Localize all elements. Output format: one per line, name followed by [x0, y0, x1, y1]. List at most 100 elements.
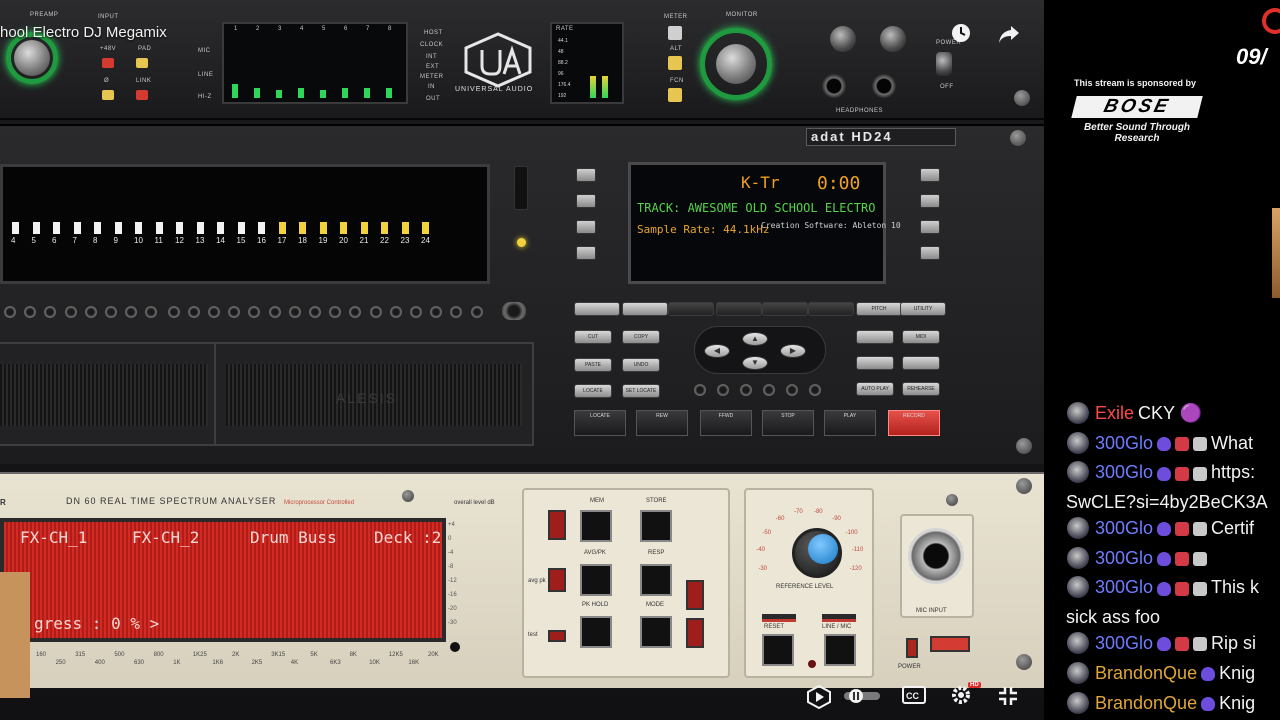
- fcn-button[interactable]: [668, 88, 682, 102]
- track-arm-button[interactable]: [369, 306, 382, 318]
- track-arm-button[interactable]: [84, 306, 97, 318]
- share-arrow-icon[interactable]: [998, 24, 1020, 44]
- track-arm-button[interactable]: [125, 306, 138, 318]
- clock-source-button[interactable]: [716, 302, 762, 316]
- headphone-1-knob[interactable]: [830, 26, 856, 52]
- chat-avatar[interactable]: [1067, 517, 1089, 540]
- up-arrow-button[interactable]: ▲: [742, 332, 768, 346]
- chat-avatar[interactable]: [1067, 431, 1089, 454]
- video-player[interactable]: PREAMP INPUT +48V PAD Ø LINK MIC LINE HI…: [0, 0, 1044, 720]
- auto-play-button[interactable]: AUTO PLAY: [856, 382, 894, 396]
- track-arm-button[interactable]: [167, 306, 180, 318]
- lcd-side-button[interactable]: [920, 168, 940, 182]
- alt-button[interactable]: [668, 56, 682, 70]
- cut-button[interactable]: CUT: [574, 330, 612, 344]
- lcd-side-button[interactable]: [576, 194, 596, 208]
- chat-avatar[interactable]: [1067, 661, 1089, 684]
- locate-point-button[interactable]: [717, 384, 729, 396]
- lcd-side-button[interactable]: [576, 220, 596, 234]
- lcd-side-button[interactable]: [576, 168, 596, 182]
- fast-forward-button[interactable]: FFWD: [700, 410, 752, 436]
- captions-icon[interactable]: CC: [902, 686, 926, 704]
- track-arm-button[interactable]: [349, 306, 362, 318]
- chat-username[interactable]: 300Glo: [1095, 462, 1153, 482]
- track-arm-button[interactable]: [248, 306, 261, 318]
- lcd-side-button[interactable]: [920, 246, 940, 260]
- chat-username[interactable]: 300Glo: [1095, 577, 1153, 597]
- chat-username[interactable]: BrandonQue: [1095, 663, 1197, 683]
- rehearse-button[interactable]: REHEARSE: [902, 382, 940, 396]
- record-button[interactable]: RECORD: [888, 410, 940, 436]
- chat-username[interactable]: 300Glo: [1095, 518, 1153, 538]
- pk-hold-button[interactable]: [580, 616, 612, 648]
- autoplay-toggle-icon[interactable]: [844, 688, 880, 704]
- utility-button[interactable]: UTILITY: [900, 302, 946, 316]
- chat-avatar[interactable]: [1067, 691, 1089, 714]
- pitch-button[interactable]: PITCH: [856, 302, 902, 316]
- locate-button[interactable]: LOCATE: [574, 384, 612, 398]
- chat-username[interactable]: Exile: [1095, 403, 1134, 423]
- chat-username[interactable]: BrandonQue: [1095, 693, 1197, 713]
- lcd-side-button[interactable]: [920, 220, 940, 234]
- edit-end-button[interactable]: [622, 302, 668, 316]
- phase-button[interactable]: [102, 90, 114, 100]
- phantom-button[interactable]: [102, 58, 114, 68]
- locate-point-button[interactable]: [809, 384, 821, 396]
- store-button[interactable]: [640, 510, 672, 542]
- line-mic-button[interactable]: [824, 634, 856, 666]
- chat-avatar[interactable]: [1067, 576, 1089, 599]
- chat-avatar[interactable]: [1067, 632, 1089, 655]
- autoplay-play-icon[interactable]: [806, 684, 832, 710]
- track-arm-button[interactable]: [329, 306, 342, 318]
- copy-button[interactable]: COPY: [622, 330, 660, 344]
- chat-username[interactable]: 300Glo: [1095, 548, 1153, 568]
- chat-avatar[interactable]: [1067, 546, 1089, 569]
- resp-button[interactable]: [640, 564, 672, 596]
- auto-punch-button[interactable]: [856, 330, 894, 344]
- locate-point-button[interactable]: [740, 384, 752, 396]
- watch-later-clock-icon[interactable]: [950, 22, 972, 44]
- track-arm-button[interactable]: [389, 306, 402, 318]
- power-switch[interactable]: [936, 52, 952, 76]
- chat-username[interactable]: 300Glo: [1095, 633, 1153, 653]
- stop-button[interactable]: STOP: [762, 410, 814, 436]
- track-arm-button[interactable]: [105, 306, 117, 318]
- down-arrow-button[interactable]: ▼: [742, 356, 768, 370]
- lcd-side-button[interactable]: [920, 194, 940, 208]
- preamp-knob[interactable]: [14, 40, 50, 76]
- chat-username[interactable]: 300Glo: [1095, 433, 1153, 453]
- meter-button[interactable]: [668, 26, 682, 40]
- play-button[interactable]: PLAY: [824, 410, 876, 436]
- locate-select-button[interactable]: [808, 302, 854, 316]
- track-arm-button[interactable]: [450, 306, 463, 318]
- set-locate-button[interactable]: SET LOCATE: [622, 384, 660, 398]
- track-arm-button[interactable]: [470, 306, 483, 318]
- track-arm-button[interactable]: [64, 306, 77, 318]
- fullscreen-exit-icon[interactable]: [998, 686, 1018, 706]
- mem-button[interactable]: [580, 510, 612, 542]
- track-arm-button[interactable]: [4, 306, 16, 318]
- track-arm-button[interactable]: [228, 306, 241, 318]
- midi-button[interactable]: MIDI: [902, 330, 940, 344]
- sample-rate-button[interactable]: [762, 302, 808, 316]
- track-arm-button[interactable]: [187, 306, 200, 318]
- auto-record-button[interactable]: [902, 356, 940, 370]
- edit-start-button[interactable]: [574, 302, 620, 316]
- paste-button[interactable]: PASTE: [574, 358, 612, 372]
- reset-button[interactable]: [762, 634, 794, 666]
- track-arm-button[interactable]: [430, 306, 443, 318]
- pad-button[interactable]: [136, 58, 148, 68]
- undo-button[interactable]: UNDO: [622, 358, 660, 372]
- track-arm-button[interactable]: [268, 306, 281, 318]
- lcd-side-button[interactable]: [576, 246, 596, 260]
- right-arrow-button[interactable]: ▶: [780, 344, 806, 358]
- rewind-button[interactable]: REW: [636, 410, 688, 436]
- video-title[interactable]: hool Electro DJ Megamix: [0, 24, 167, 41]
- track-arm-button[interactable]: [410, 306, 422, 318]
- track-arm-button[interactable]: [145, 306, 158, 318]
- auto-return-button[interactable]: [856, 356, 894, 370]
- locate-point-button[interactable]: [786, 384, 798, 396]
- monitor-knob[interactable]: [716, 44, 756, 84]
- meter-mode-switch[interactable]: [514, 166, 528, 210]
- link-button[interactable]: [136, 90, 148, 100]
